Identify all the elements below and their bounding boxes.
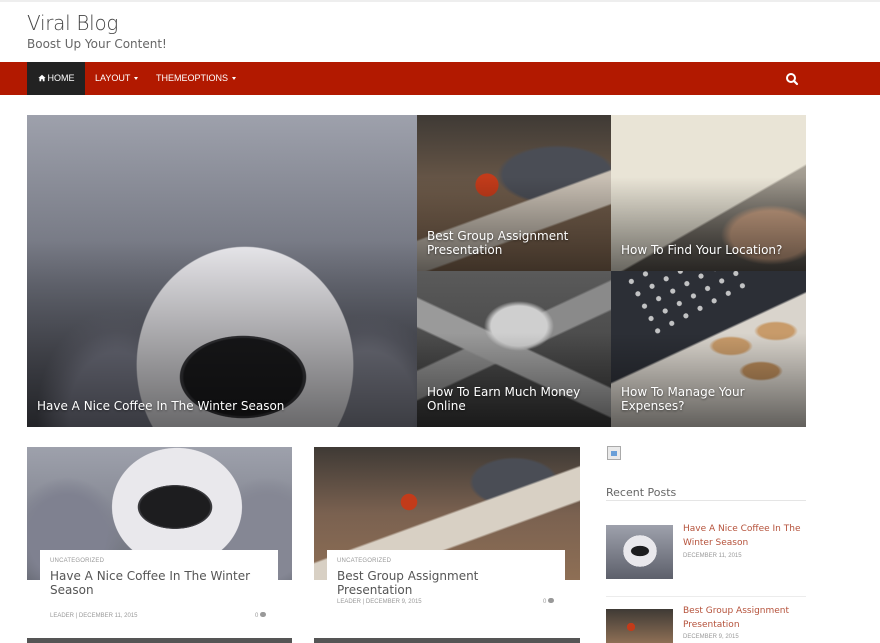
post-author[interactable]: LEADER: [337, 599, 361, 605]
site-tagline: Boost Up Your Content!: [27, 37, 167, 51]
nav-item-home[interactable]: HOME: [27, 62, 85, 95]
post-author[interactable]: LEADER: [50, 613, 74, 619]
chevron-down-icon: [232, 77, 237, 81]
comment-count-value: 0: [255, 613, 259, 619]
chevron-down-icon: [134, 77, 139, 81]
featured-post-tile[interactable]: How To Find Your Location?: [611, 115, 806, 271]
recent-posts-title: Recent Posts: [606, 486, 677, 499]
recent-post-date: DECEMBER 9, 2015: [683, 634, 739, 640]
featured-post-title[interactable]: How To Earn Much Money Online: [427, 385, 601, 413]
recent-post-thumbnail[interactable]: [606, 525, 673, 579]
nav-item-themeoptions[interactable]: THEMEOPTIONS: [156, 62, 237, 95]
divider: [606, 596, 806, 597]
post-thumbnail-next[interactable]: [27, 638, 292, 643]
calculator-image: [621, 271, 751, 341]
post-meta: LEADER | DECEMBER 11, 2015: [50, 613, 138, 619]
featured-post-title[interactable]: Have A Nice Coffee In The Winter Season: [37, 399, 407, 413]
recent-post-date: DECEMBER 11, 2015: [683, 553, 742, 559]
post-date: DECEMBER 9, 2015: [365, 599, 422, 605]
comment-icon: [548, 598, 555, 603]
nav-item-layout[interactable]: LAYOUT: [95, 62, 139, 95]
post-meta: LEADER | DECEMBER 9, 2015: [337, 599, 422, 605]
post-card: UNCATEGORIZED Best Group Assignment Pres…: [327, 550, 565, 630]
featured-post-title[interactable]: Best Group Assignment Presentation: [427, 229, 601, 257]
comment-icon: [260, 612, 267, 617]
recent-post-title[interactable]: Have A Nice Coffee In The Winter Season: [683, 522, 808, 550]
nav-item-home-label: HOME: [47, 73, 75, 83]
featured-post-tile[interactable]: How To Manage Your Expenses?: [611, 271, 806, 427]
search-icon[interactable]: [782, 69, 802, 89]
post-date: DECEMBER 11, 2015: [78, 613, 138, 619]
featured-post-title[interactable]: How To Manage Your Expenses?: [621, 385, 796, 413]
comment-count[interactable]: 0: [543, 598, 555, 605]
nav-item-themeoptions-label: THEMEOPTIONS: [156, 73, 229, 83]
recent-post-title[interactable]: Best Group Assignment Presentation: [683, 604, 808, 632]
featured-post-title[interactable]: How To Find Your Location?: [621, 243, 796, 257]
comment-count[interactable]: 0: [255, 612, 267, 619]
main-navigation: HOME LAYOUT THEMEOPTIONS: [0, 62, 880, 95]
top-border: [0, 0, 880, 2]
featured-post-main[interactable]: Have A Nice Coffee In The Winter Season: [27, 115, 417, 427]
featured-post-tile[interactable]: Best Group Assignment Presentation: [417, 115, 611, 271]
divider: [606, 500, 806, 501]
post-title[interactable]: Best Group Assignment Presentation: [337, 569, 555, 597]
recent-post-thumbnail[interactable]: [606, 609, 673, 643]
home-icon: [37, 74, 46, 82]
post-category[interactable]: UNCATEGORIZED: [337, 558, 555, 564]
post-category[interactable]: UNCATEGORIZED: [50, 558, 268, 564]
nav-item-layout-label: LAYOUT: [95, 73, 131, 83]
post-title[interactable]: Have A Nice Coffee In The Winter Season: [50, 569, 268, 597]
featured-post-tile[interactable]: How To Earn Much Money Online: [417, 271, 611, 427]
site-title[interactable]: Viral Blog: [27, 11, 118, 35]
comment-count-value: 0: [543, 599, 547, 605]
post-thumbnail-next[interactable]: [314, 638, 580, 643]
broken-image-icon: [607, 446, 621, 460]
